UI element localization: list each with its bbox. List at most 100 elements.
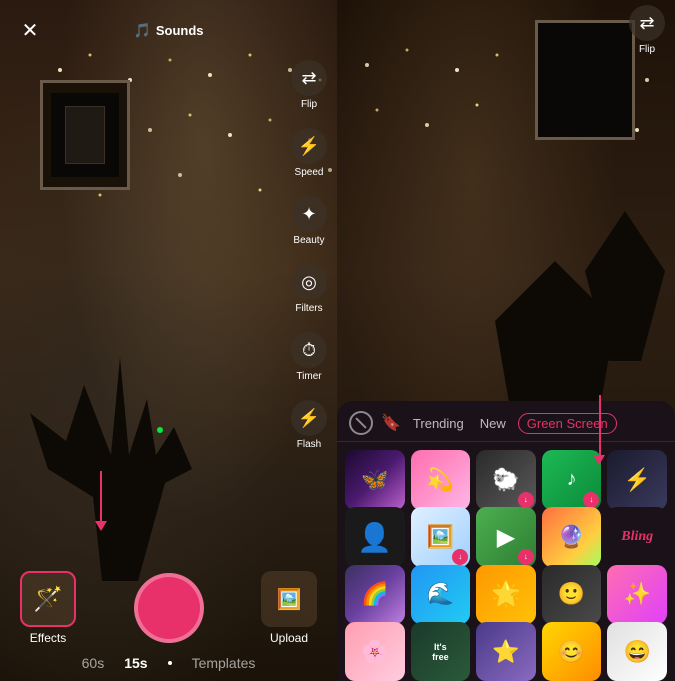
effect-item-10[interactable]: Bling <box>607 507 667 567</box>
flash-control[interactable]: ⚡ Flash <box>291 400 327 450</box>
effects-arrow-annotation <box>95 471 107 531</box>
left-camera-panel: ✕ 🎵 Sounds ⇄ Flip ⚡ Speed ✦ Beauty ◎ Fil… <box>0 0 337 681</box>
new-tab[interactable]: New <box>476 414 510 433</box>
frame-art <box>51 93 118 176</box>
effect-icon-1: 🦋 <box>361 467 388 493</box>
flip-label-right: Flip <box>639 44 655 55</box>
upload-icon-box: 🖼️ <box>261 571 317 627</box>
effect-item-12[interactable]: 🌊 <box>411 565 471 625</box>
green-screen-arrow-annotation <box>591 395 605 465</box>
effect-item-14[interactable]: 🙂 <box>542 565 602 625</box>
timer-15s[interactable]: 15s <box>124 655 147 671</box>
effect-item-7[interactable]: 🖼️ ↓ <box>411 507 471 567</box>
no-effect-tab[interactable] <box>349 411 373 435</box>
effect-item-11[interactable]: 🌈 <box>345 565 405 625</box>
top-bar-left: ✕ 🎵 Sounds <box>0 0 337 60</box>
effect-icon-9: 🔮 <box>558 524 585 550</box>
picture-frame-right <box>535 20 635 140</box>
music-icon: 🎵 <box>133 22 150 39</box>
flip-control[interactable]: ⇄ Flip <box>291 60 327 110</box>
upload-icon: 🖼️ <box>277 587 302 612</box>
effect-item-9[interactable]: 🔮 <box>542 507 602 567</box>
effects-icon-box: 🪄 <box>20 571 76 627</box>
effect-icon-13: 🌟 <box>491 580 521 609</box>
effect-icon-6: 👤 <box>357 521 392 554</box>
download-badge-4: ↓ <box>583 492 599 508</box>
active-timer-indicator <box>168 661 172 665</box>
filters-icon: ◎ <box>291 264 327 300</box>
beauty-control[interactable]: ✦ Beauty <box>291 196 327 246</box>
effect-item-19[interactable]: 😊 <box>542 622 602 681</box>
effect-icon-4: ♪ <box>567 468 577 491</box>
frame-right-art <box>538 23 632 137</box>
bookmark-tab[interactable]: 🔖 <box>381 413 401 433</box>
effect-icon-19: 😊 <box>558 639 585 665</box>
capture-row: 🪄 Effects 🖼️ Upload <box>0 561 337 655</box>
effect-icon-17: It'sfree <box>432 642 449 662</box>
effect-item-2[interactable]: 💫 <box>411 450 471 510</box>
effect-icon-14: 🙂 <box>558 581 585 607</box>
effect-item-17[interactable]: It'sfree <box>411 622 471 681</box>
effect-icon-2: 💫 <box>427 467 454 493</box>
effect-icon-8: ▶ <box>497 523 515 552</box>
timer-icon: ⏱ <box>291 332 327 368</box>
top-bar-right: ⇄ Flip <box>629 0 665 60</box>
speed-icon: ⚡ <box>291 128 327 164</box>
timer-templates[interactable]: Templates <box>192 655 256 671</box>
upload-label: Upload <box>270 631 308 645</box>
effects-button[interactable]: 🪄 Effects <box>20 571 76 645</box>
download-badge-7: ↓ <box>452 549 468 565</box>
effect-icon-3: 🐑 <box>492 467 519 493</box>
effect-item-20[interactable]: 😄 <box>607 622 667 681</box>
right-effects-panel: ⇄ Flip 🔖 Trending New Green Screen 🦋 💫 <box>337 0 675 681</box>
flip-label: Flip <box>301 99 317 110</box>
trending-tab[interactable]: Trending <box>409 414 468 433</box>
timer-label: Timer <box>296 371 321 382</box>
bling-text: Bling <box>621 529 653 545</box>
effect-item-15[interactable]: ✨ <box>607 565 667 625</box>
effects-tabs-row: 🔖 Trending New Green Screen <box>337 401 675 442</box>
effect-item-8[interactable]: ▶ ↓ <box>476 507 536 567</box>
effect-icon-12: 🌊 <box>427 581 454 607</box>
download-badge-8: ↓ <box>518 549 534 565</box>
beauty-label: Beauty <box>293 235 324 246</box>
picture-frame-left <box>40 80 130 190</box>
flash-label: Flash <box>297 439 321 450</box>
speed-control[interactable]: ⚡ Speed <box>291 128 327 178</box>
effects-icon: 🪄 <box>33 585 63 614</box>
bottom-bar-left: 🪄 Effects 🖼️ Upload 60s 15s Templates <box>0 551 337 681</box>
effect-icon-18: ⭐ <box>492 639 519 665</box>
flash-icon: ⚡ <box>291 400 327 436</box>
effect-item-18[interactable]: ⭐ <box>476 622 536 681</box>
effect-item-6[interactable]: 👤 <box>345 507 405 567</box>
effect-item-1[interactable]: 🦋 <box>345 450 405 510</box>
filters-label: Filters <box>295 303 322 314</box>
flip-icon-right: ⇄ <box>629 5 665 41</box>
effect-icon-5: ⚡ <box>623 467 650 493</box>
close-button[interactable]: ✕ <box>14 14 46 46</box>
effects-grid: 🦋 💫 🐑 ↓ ♪ ↓ ⚡ 👤 🖼️ ↓ <box>337 442 675 681</box>
effect-icon-15: ✨ <box>623 581 650 607</box>
sounds-label: Sounds <box>156 23 204 38</box>
effect-item-13[interactable]: 🌟 <box>476 565 536 625</box>
effect-item-16[interactable]: 🌸 <box>345 622 405 681</box>
effect-icon-11: 🌈 <box>361 581 388 607</box>
effect-icon-20: 😄 <box>623 639 650 665</box>
camera-controls: ⇄ Flip ⚡ Speed ✦ Beauty ◎ Filters ⏱ Time… <box>291 60 327 450</box>
timer-control[interactable]: ⏱ Timer <box>291 332 327 382</box>
filters-control[interactable]: ◎ Filters <box>291 264 327 314</box>
capture-button[interactable] <box>134 573 204 643</box>
effect-icon-16: 🌸 <box>361 639 388 665</box>
effect-item-3[interactable]: 🐑 ↓ <box>476 450 536 510</box>
effect-icon-7: 🖼️ <box>427 524 454 550</box>
flip-icon: ⇄ <box>291 60 327 96</box>
effect-item-5[interactable]: ⚡ <box>607 450 667 510</box>
sounds-button[interactable]: 🎵 Sounds <box>133 22 203 39</box>
effects-bottom-panel: 🔖 Trending New Green Screen 🦋 💫 🐑 ↓ ♪ ↓ … <box>337 401 675 681</box>
timer-row: 60s 15s Templates <box>0 655 337 679</box>
flip-button-right[interactable]: ⇄ Flip <box>629 5 665 55</box>
timer-60s[interactable]: 60s <box>82 655 105 671</box>
effects-label: Effects <box>30 631 66 645</box>
upload-button[interactable]: 🖼️ Upload <box>261 571 317 645</box>
download-badge-3: ↓ <box>518 492 534 508</box>
